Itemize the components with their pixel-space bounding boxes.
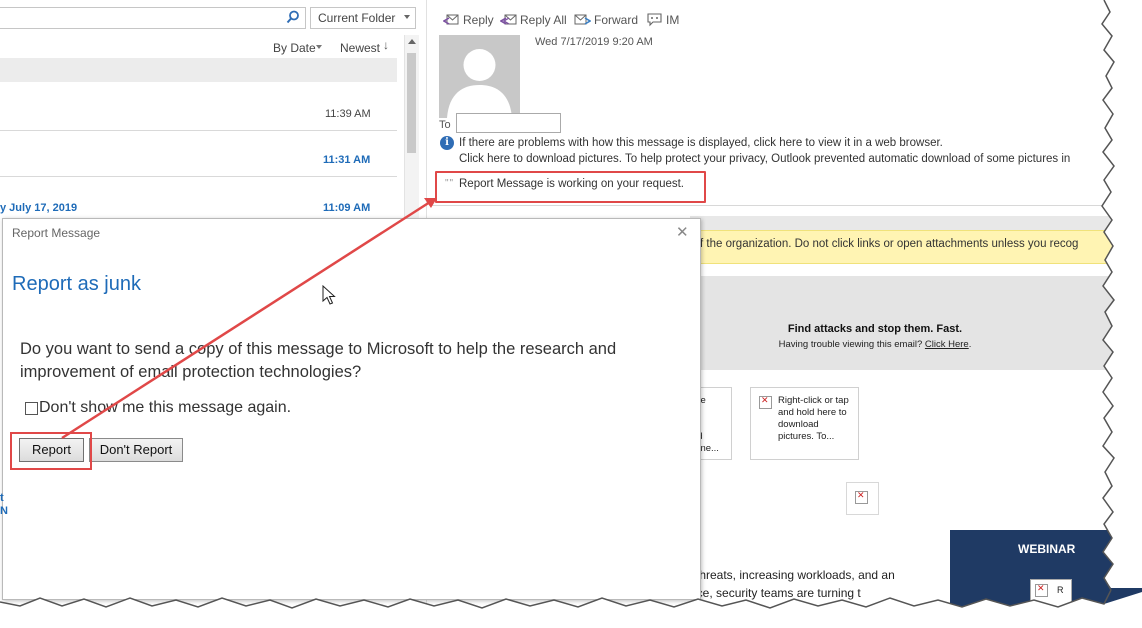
blocked-image-text: R	[1057, 585, 1064, 595]
info-icon: i	[440, 136, 454, 150]
dialog-heading: Report as junk	[12, 273, 141, 295]
reply-button[interactable]: Reply	[443, 12, 494, 27]
header-divider	[430, 205, 1130, 206]
list-item-fragment: N	[0, 505, 8, 517]
download-pictures-notice[interactable]: Click here to download pictures. To help…	[459, 153, 1070, 165]
dont-show-again-label[interactable]: Don't show me this message again.	[39, 399, 291, 417]
trouble-viewing-text: Having trouble viewing this email?	[778, 339, 923, 350]
email-headline: Find attacks and stop them. Fast.	[787, 323, 963, 335]
search-scope-label: Current Folder	[318, 11, 396, 25]
period-text: .	[968, 339, 972, 350]
view-in-browser-notice[interactable]: If there are problems with how this mess…	[459, 137, 943, 149]
message-date: Wed 7/17/2019 9:20 AM	[535, 36, 653, 48]
search-scope-dropdown[interactable]: Current Folder	[310, 7, 416, 29]
dont-show-again-checkbox[interactable]	[25, 402, 38, 415]
broken-image-icon	[759, 395, 772, 409]
chevron-down-icon	[316, 45, 322, 49]
report-button-highlight	[10, 432, 92, 470]
reply-label: Reply	[463, 12, 494, 27]
email-body-text: l threats, increasing workloads, and an	[690, 568, 895, 582]
search-icon[interactable]	[286, 10, 300, 24]
status-icon: ""	[445, 178, 455, 189]
scroll-up-icon[interactable]	[408, 39, 416, 44]
row-divider	[0, 130, 397, 131]
dont-report-button[interactable]: Don't Report	[89, 438, 183, 462]
click-here-link[interactable]: Click Here	[925, 339, 969, 350]
email-subheadline: Having trouble viewing this email? Click…	[690, 339, 1060, 350]
dialog-title: Report Message	[12, 226, 101, 240]
to-label: To	[439, 119, 451, 131]
date-group-header: y July 17, 2019	[0, 202, 78, 214]
forward-icon	[574, 14, 591, 25]
blocked-image-text: Right-click or tap and hold here to down…	[778, 395, 849, 442]
external-warning-text: f the organization. Do not click links o…	[700, 238, 1079, 250]
sort-by-date[interactable]: By Date	[273, 41, 316, 55]
forward-button[interactable]: Forward	[574, 12, 638, 27]
list-item-fragment: t	[0, 492, 4, 504]
broken-image-icon	[855, 490, 868, 504]
list-group-header	[0, 58, 397, 82]
search-input[interactable]	[0, 7, 306, 29]
blocked-image-placeholder[interactable]: Right-click or tap and hold here to down…	[750, 387, 859, 460]
webinar-label: WEBINAR	[1018, 542, 1076, 556]
broken-image-icon	[1035, 583, 1048, 597]
sort-arrow-icon: ↓	[383, 38, 389, 52]
report-status-text: Report Message is working on your reques…	[459, 178, 684, 190]
email-body-text: ace, security teams are turning t	[690, 586, 861, 600]
reply-all-icon	[500, 14, 517, 25]
person-icon	[447, 49, 512, 118]
sender-avatar	[439, 35, 520, 118]
im-label: IM	[666, 12, 680, 27]
blocked-image-placeholder[interactable]: R	[1030, 579, 1072, 611]
reply-icon	[443, 14, 459, 25]
forward-label: Forward	[594, 12, 639, 27]
list-item-time[interactable]: 11:31 AM	[323, 154, 370, 166]
blocked-image-placeholder[interactable]	[846, 482, 879, 515]
recipient-field[interactable]	[456, 113, 561, 133]
im-button[interactable]: IM	[646, 12, 679, 27]
chat-bubble-icon	[647, 13, 662, 27]
sort-order[interactable]: Newest	[340, 41, 380, 55]
reply-all-button[interactable]: Reply All	[500, 12, 567, 27]
reply-all-label: Reply All	[520, 12, 567, 27]
chevron-down-icon	[404, 15, 410, 19]
list-item-time[interactable]: 11:39 AM	[325, 108, 371, 120]
list-item-time[interactable]: 11:09 AM	[323, 202, 370, 214]
scroll-thumb[interactable]	[407, 53, 416, 153]
mouse-cursor-icon	[322, 285, 336, 305]
dialog-question: Do you want to send a copy of this messa…	[20, 340, 617, 381]
email-banner	[690, 216, 1120, 230]
row-divider	[0, 176, 397, 177]
close-icon[interactable]: ✕	[676, 223, 689, 241]
